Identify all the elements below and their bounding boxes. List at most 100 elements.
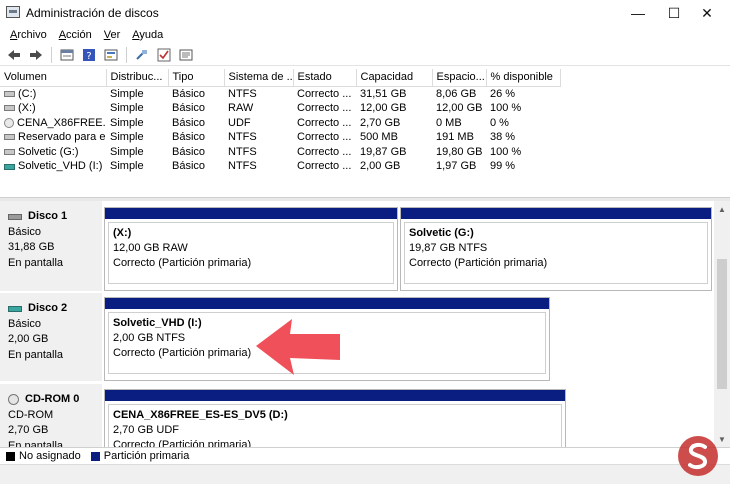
layout-cell: Simple [110, 160, 144, 173]
svg-text:?: ? [86, 51, 91, 62]
type-cell: Básico [172, 160, 206, 173]
table-row[interactable]: CENA_X86FREE... Simple Básico UDF Correc… [0, 116, 560, 131]
status-cell: Correcto ... [297, 160, 352, 173]
type-cell: Básico [172, 116, 206, 129]
drive-icon [4, 90, 15, 97]
column-header[interactable]: Capacidad [356, 69, 433, 87]
layout-cell: Simple [110, 131, 144, 144]
disk-management-icon [6, 6, 20, 18]
pct-cell: 0 % [490, 116, 509, 129]
column-header[interactable]: Espacio... [432, 69, 487, 87]
column-header[interactable]: Distribuc... [106, 69, 169, 87]
disk-size: 31,88 GB [8, 241, 55, 253]
help-icon[interactable]: ? [79, 46, 99, 64]
pct-cell: 99 % [490, 160, 516, 173]
layout-cell: Simple [110, 102, 144, 115]
cdrom-0-label[interactable]: CD-ROM 0 CD-ROM 2,70 GB En pantalla [0, 384, 102, 447]
column-header[interactable]: Tipo [168, 69, 225, 87]
menu-ver[interactable]: Ver [98, 29, 127, 41]
vertical-scrollbar[interactable]: ▲ ▼ [714, 201, 730, 447]
volume-name: (C:) [18, 87, 37, 100]
partition-g[interactable]: Solvetic (G:) 19,87 GB NTFS Correcto (Pa… [400, 207, 712, 291]
legend-label: No asignado [19, 450, 81, 462]
status-bar [0, 464, 730, 484]
pct-cell: 100 % [490, 102, 522, 115]
toolbar-separator [126, 46, 127, 63]
forward-icon[interactable] [26, 46, 46, 64]
disk-size: 2,70 GB [8, 424, 49, 436]
disk-graphical-view: Disco 1 Básico 31,88 GB En pantalla (X:)… [0, 201, 714, 447]
toolbar: ? [0, 44, 730, 66]
volume-table: Volumen Distribuc... Tipo Sistema de ...… [0, 69, 561, 174]
column-header[interactable]: % disponible [486, 69, 561, 87]
rescan-icon[interactable] [132, 46, 152, 64]
partition-x[interactable]: (X:) 12,00 GB RAW Correcto (Partición pr… [104, 207, 398, 291]
type-cell: Básico [172, 145, 206, 158]
window-title: Administración de discos [26, 6, 159, 20]
capacity-cell: 19,87 GB [360, 145, 407, 158]
free-cell: 8,06 GB [436, 87, 477, 100]
partition-name: CENA_X86FREE_ES-ES_DV5 (D:) [113, 409, 288, 421]
partition-d[interactable]: CENA_X86FREE_ES-ES_DV5 (D:) 2,70 GB UDF … [104, 389, 566, 447]
column-header[interactable]: Estado [293, 69, 357, 87]
table-row[interactable]: Solvetic (G:) Simple Básico NTFS Correct… [0, 145, 560, 160]
primary-partition-bar [401, 208, 711, 219]
volume-name: Solvetic_VHD (I:) [18, 160, 103, 173]
free-cell: 12,00 GB [436, 102, 483, 115]
disk-name: Disco 2 [28, 302, 68, 314]
check-icon[interactable] [154, 46, 174, 64]
fs-cell: NTFS [228, 131, 257, 144]
table-row[interactable]: (C:) Simple Básico NTFS Correcto ... 31,… [0, 86, 560, 101]
toolbar-separator [51, 46, 52, 63]
drive-icon [4, 148, 15, 155]
table-row[interactable]: Reservado para el... Simple Básico NTFS … [0, 130, 560, 145]
virtual-disk-icon [8, 305, 22, 312]
drive-icon [4, 134, 15, 141]
partition-status: Correcto (Partición primaria) [113, 439, 252, 447]
capacity-cell: 12,00 GB [360, 102, 407, 115]
layout-cell: Simple [110, 87, 144, 100]
volume-name: Solvetic (G:) [18, 145, 79, 158]
disk-state: En pantalla [8, 439, 64, 448]
pct-cell: 100 % [490, 145, 522, 158]
column-header[interactable]: Sistema de ... [224, 69, 294, 87]
scrollbar-thumb[interactable] [717, 259, 727, 389]
partition-size: 19,87 GB NTFS [409, 242, 488, 254]
volume-name: Reservado para el... [18, 131, 106, 144]
primary-partition-bar [105, 390, 565, 401]
menu-archivo[interactable]: Archivo [4, 29, 53, 41]
column-header[interactable]: Volumen [0, 69, 107, 87]
table-row[interactable]: (X:) Simple Básico RAW Correcto ... 12,0… [0, 101, 560, 116]
disk-2-label[interactable]: Disco 2 Básico 2,00 GB En pantalla [0, 293, 102, 381]
partition-size: 2,70 GB UDF [113, 424, 180, 436]
legend: No asignado Partición primaria [0, 447, 730, 464]
back-icon[interactable] [4, 46, 24, 64]
scroll-up-icon[interactable]: ▲ [714, 201, 730, 217]
settings-icon[interactable] [176, 46, 196, 64]
fs-cell: NTFS [228, 160, 257, 173]
drive-icon [4, 105, 15, 112]
status-cell: Correcto ... [297, 116, 352, 129]
fs-cell: RAW [228, 102, 254, 115]
volume-list: Volumen Distribuc... Tipo Sistema de ...… [0, 69, 730, 197]
menu-ayuda[interactable]: Ayuda [126, 29, 169, 41]
refresh-icon[interactable] [101, 46, 121, 64]
disk-state: En pantalla [8, 256, 64, 269]
partition-status: Correcto (Partición primaria) [113, 257, 252, 269]
annotation-arrow-icon [256, 319, 340, 375]
free-cell: 0 MB [436, 116, 462, 129]
partition-size: 12,00 GB RAW [113, 242, 188, 254]
unallocated-swatch [6, 451, 15, 461]
table-row[interactable]: Solvetic_VHD (I:) Simple Básico NTFS Cor… [0, 159, 560, 174]
fs-cell: NTFS [228, 145, 257, 158]
properties-icon[interactable] [57, 46, 77, 64]
partition-status: Correcto (Partición primaria) [409, 257, 548, 269]
partition-name: (X:) [113, 227, 132, 239]
close-button[interactable]: ✕ [684, 0, 730, 26]
disk-1-label[interactable]: Disco 1 Básico 31,88 GB En pantalla [0, 201, 102, 291]
menu-accion[interactable]: Acción [53, 29, 98, 41]
capacity-cell: 31,51 GB [360, 87, 407, 100]
type-cell: Básico [172, 87, 206, 100]
pct-cell: 38 % [490, 131, 516, 144]
primary-partition-swatch [90, 451, 100, 461]
